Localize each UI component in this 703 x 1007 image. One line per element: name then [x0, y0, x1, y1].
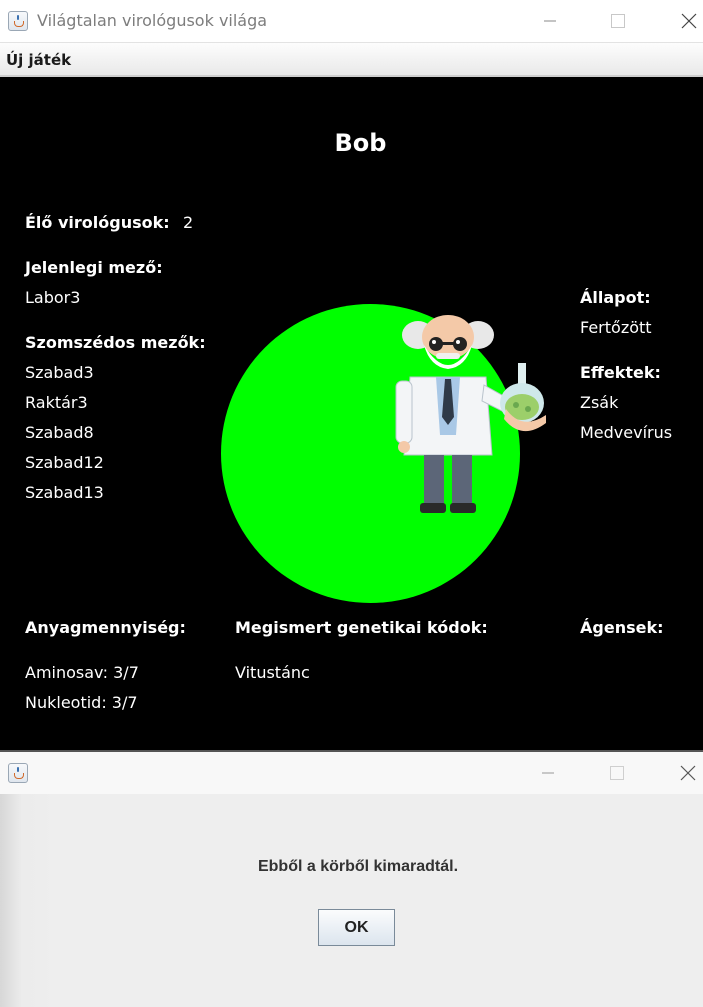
maximize-icon — [611, 14, 625, 28]
title-bar[interactable]: Világtalan virológusok világa — [0, 0, 703, 43]
ok-button[interactable]: OK — [318, 909, 395, 946]
state-label: Állapot: — [580, 288, 651, 307]
alive-count: 2 — [183, 213, 194, 232]
codes-label: Megismert genetikai kódok: — [235, 618, 488, 637]
neighbor-item: Raktár3 — [25, 393, 88, 412]
player-name: Bob — [334, 129, 387, 157]
current-field-value: Labor3 — [25, 288, 81, 307]
menu-new-game[interactable]: Új játék — [6, 51, 71, 69]
minimize-icon — [542, 772, 554, 774]
close-icon — [681, 13, 697, 29]
maximize-button[interactable] — [595, 0, 641, 42]
current-field-label: Jelenlegi mező: — [25, 258, 163, 277]
effects-label: Effektek: — [580, 363, 661, 382]
materials-label: Anyagmennyiség: — [25, 618, 186, 637]
game-panel: Bob Élő virológusok: 2 Jelenlegi mező: L… — [0, 77, 703, 750]
java-coffee-icon — [8, 763, 28, 783]
maximize-icon — [610, 766, 624, 780]
minimize-button[interactable] — [527, 0, 573, 42]
dialog-message: Ebből a körből kimaradtál. — [257, 858, 459, 875]
effect-item: Zsák — [580, 393, 619, 412]
minimize-icon — [544, 20, 556, 22]
dialog-body: Ebből a körből kimaradtál. OK — [0, 794, 703, 1007]
java-coffee-icon — [8, 11, 28, 31]
neighbors-label: Szomszédos mezők: — [25, 333, 206, 352]
dialog-close-button[interactable] — [665, 752, 703, 794]
alive-label: Élő virológusok: — [25, 213, 170, 232]
close-button[interactable] — [666, 0, 703, 42]
main-window: Világtalan virológusok világa Új játék B… — [0, 0, 703, 750]
window-title: Világtalan virológusok világa — [37, 11, 268, 30]
effect-item: Medvevírus — [580, 423, 673, 442]
dialog-maximize-button[interactable] — [594, 752, 640, 794]
material-item: Nukleotid: 3/7 — [25, 693, 138, 712]
agents-label: Ágensek: — [580, 618, 664, 637]
neighbor-item: Szabad12 — [25, 453, 104, 472]
dialog-minimize-button[interactable] — [525, 752, 571, 794]
message-dialog: Ebből a körből kimaradtál. OK — [0, 750, 703, 1007]
menu-bar: Új játék — [0, 43, 703, 77]
close-icon — [680, 765, 696, 781]
neighbor-item: Szabad8 — [25, 423, 94, 442]
neighbor-item: Szabad13 — [25, 483, 104, 502]
dialog-title-bar[interactable] — [0, 752, 703, 794]
scientist-avatar — [395, 315, 546, 513]
code-item: Vitustánc — [235, 663, 310, 682]
neighbor-item: Szabad3 — [25, 363, 94, 382]
state-value: Fertőzött — [580, 318, 652, 337]
material-item: Aminosav: 3/7 — [25, 663, 139, 682]
